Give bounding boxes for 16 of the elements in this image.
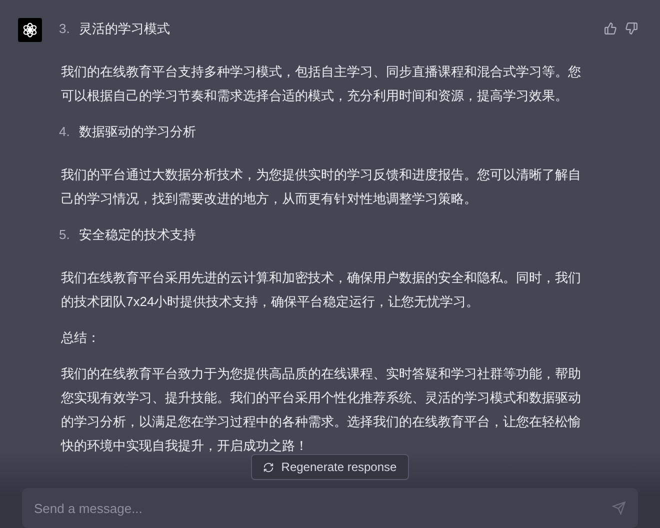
paragraph: 我们的在线教育平台致力于为您提供高品质的在线课程、实时答疑和学习社群等功能，帮助您实现有效学习、提升技能。我们的平台采用个性化推荐系统、灵活的学习模式和数据驱动的学习分析，以满足您在学习过程中的各种需求。选择我们的在线教育平台，让您在轻松愉快的环境中实现自我提升，开启成功之路！ (61, 365, 582, 455)
thumbs-down-icon[interactable] (625, 22, 638, 35)
thumbs-up-icon[interactable] (604, 22, 617, 35)
section-heading: 灵活的学习模式 (79, 20, 170, 38)
list-number: 4. (59, 123, 71, 141)
list-number: 3. (59, 20, 71, 38)
message-input[interactable]: Send a message... (22, 488, 638, 528)
paragraph: 我们在线教育平台采用先进的云计算和加密技术，确保用户数据的安全和隐私。同时，我们的技术团队7x24小时提供技术支持，确保平台稳定运行，让您无忧学习。 (61, 269, 582, 311)
section-heading: 安全稳定的技术支持 (79, 226, 196, 244)
list-number: 5. (59, 226, 71, 244)
paragraph: 我们的平台通过大数据分析技术，为您提供实时的学习反馈和进度报告。您可以清晰了解自己的学习情况，找到需要改进的地方，从而更有针对性地调整学习策略。 (61, 166, 582, 208)
paragraph: 总结： (61, 329, 101, 347)
refresh-icon (263, 462, 274, 472)
regenerate-button[interactable]: Regenerate response (251, 454, 409, 480)
paragraph: 我们的在线教育平台支持多种学习模式，包括自主学习、同步直播课程和混合式学习等。您可以根据自己的学习节奏和需求选择合适的模式，充分利用时间和资源，提高学习效果。 (61, 63, 582, 105)
section-heading: 数据驱动的学习分析 (79, 123, 196, 141)
